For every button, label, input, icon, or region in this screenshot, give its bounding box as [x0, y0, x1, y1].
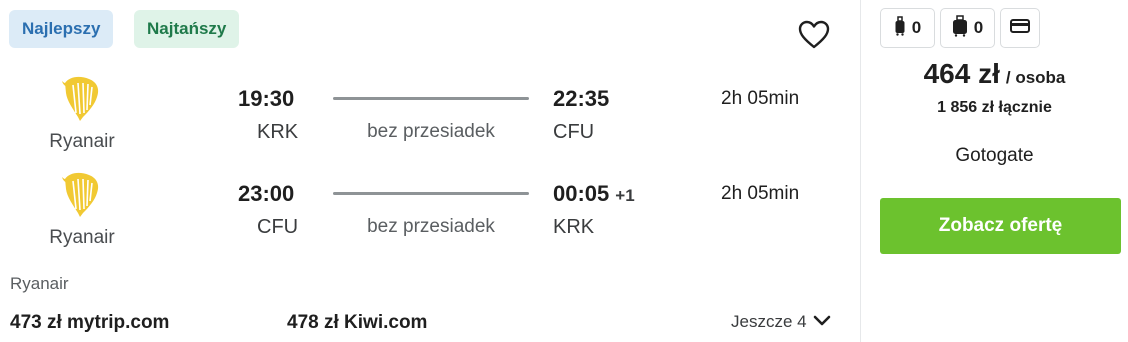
- cheapest-badge: Najtańszy: [134, 10, 240, 48]
- favorite-heart-icon[interactable]: [798, 20, 830, 50]
- outbound-arrive-time: 22:35: [553, 86, 610, 111]
- inbound-duration: 2h 05min: [721, 183, 800, 204]
- flight-result-card[interactable]: Najlepszy Najtańszy Ryanair 19:30 KRK be…: [0, 0, 1128, 342]
- checked-bag-count: 0: [973, 18, 984, 37]
- outbound-depart-code: KRK: [257, 121, 299, 143]
- price-per-person: 464 zł / osoba: [861, 58, 1128, 90]
- ryanair-logo-icon: [59, 169, 103, 221]
- provider-name: Gotogate: [955, 145, 1034, 166]
- see-offer-button[interactable]: Zobacz ofertę: [880, 198, 1121, 254]
- cabin-bag-icon: [894, 15, 906, 41]
- other-offer-mytrip[interactable]: 473 zł mytrip.com: [10, 312, 169, 334]
- cabin-bag-count: 0: [911, 18, 922, 37]
- price-panel: 0 0 464 zł / osoba 1 856 zł łącznie Goto…: [861, 0, 1128, 342]
- best-badge: Najlepszy: [9, 10, 114, 48]
- chevron-down-icon: [813, 312, 831, 332]
- price-unit: / osoba: [1005, 68, 1066, 87]
- inbound-stops: bez przesiadek: [367, 216, 495, 237]
- inbound-arrive-time: 00:05 +1: [553, 181, 635, 206]
- card-icon: [1010, 18, 1030, 38]
- inbound-airline-name: Ryanair: [49, 227, 115, 248]
- price-amount: 464 zł: [923, 58, 1000, 89]
- inbound-depart-time: 23:00: [238, 181, 295, 206]
- inbound-arrive-code: KRK: [553, 216, 595, 238]
- inbound-route-line: [333, 192, 529, 195]
- outbound-stops: bez przesiadek: [367, 121, 495, 142]
- outbound-route-line: [333, 97, 529, 100]
- inbound-plus-day: +1: [615, 186, 635, 205]
- itinerary-panel: Najlepszy Najtańszy Ryanair 19:30 KRK be…: [0, 0, 860, 342]
- total-price: 1 856 zł łącznie: [937, 99, 1052, 116]
- operating-airline: Ryanair: [10, 274, 69, 293]
- outbound-arrive-code: CFU: [553, 121, 595, 143]
- outbound-depart-time: 19:30: [238, 86, 295, 111]
- more-offers-label: Jeszcze 4: [731, 312, 807, 331]
- payment-card-filter[interactable]: [1000, 8, 1040, 48]
- checked-bag-icon: [952, 14, 968, 42]
- inbound-depart-code: CFU: [257, 216, 299, 238]
- cabin-bag-filter[interactable]: 0: [880, 8, 935, 48]
- more-offers-button[interactable]: Jeszcze 4: [731, 312, 831, 332]
- outbound-duration: 2h 05min: [721, 88, 800, 109]
- ryanair-logo-icon: [59, 73, 103, 125]
- checked-bag-filter[interactable]: 0: [940, 8, 995, 48]
- other-offer-kiwi[interactable]: 478 zł Kiwi.com: [287, 312, 427, 334]
- outbound-airline-name: Ryanair: [49, 131, 115, 152]
